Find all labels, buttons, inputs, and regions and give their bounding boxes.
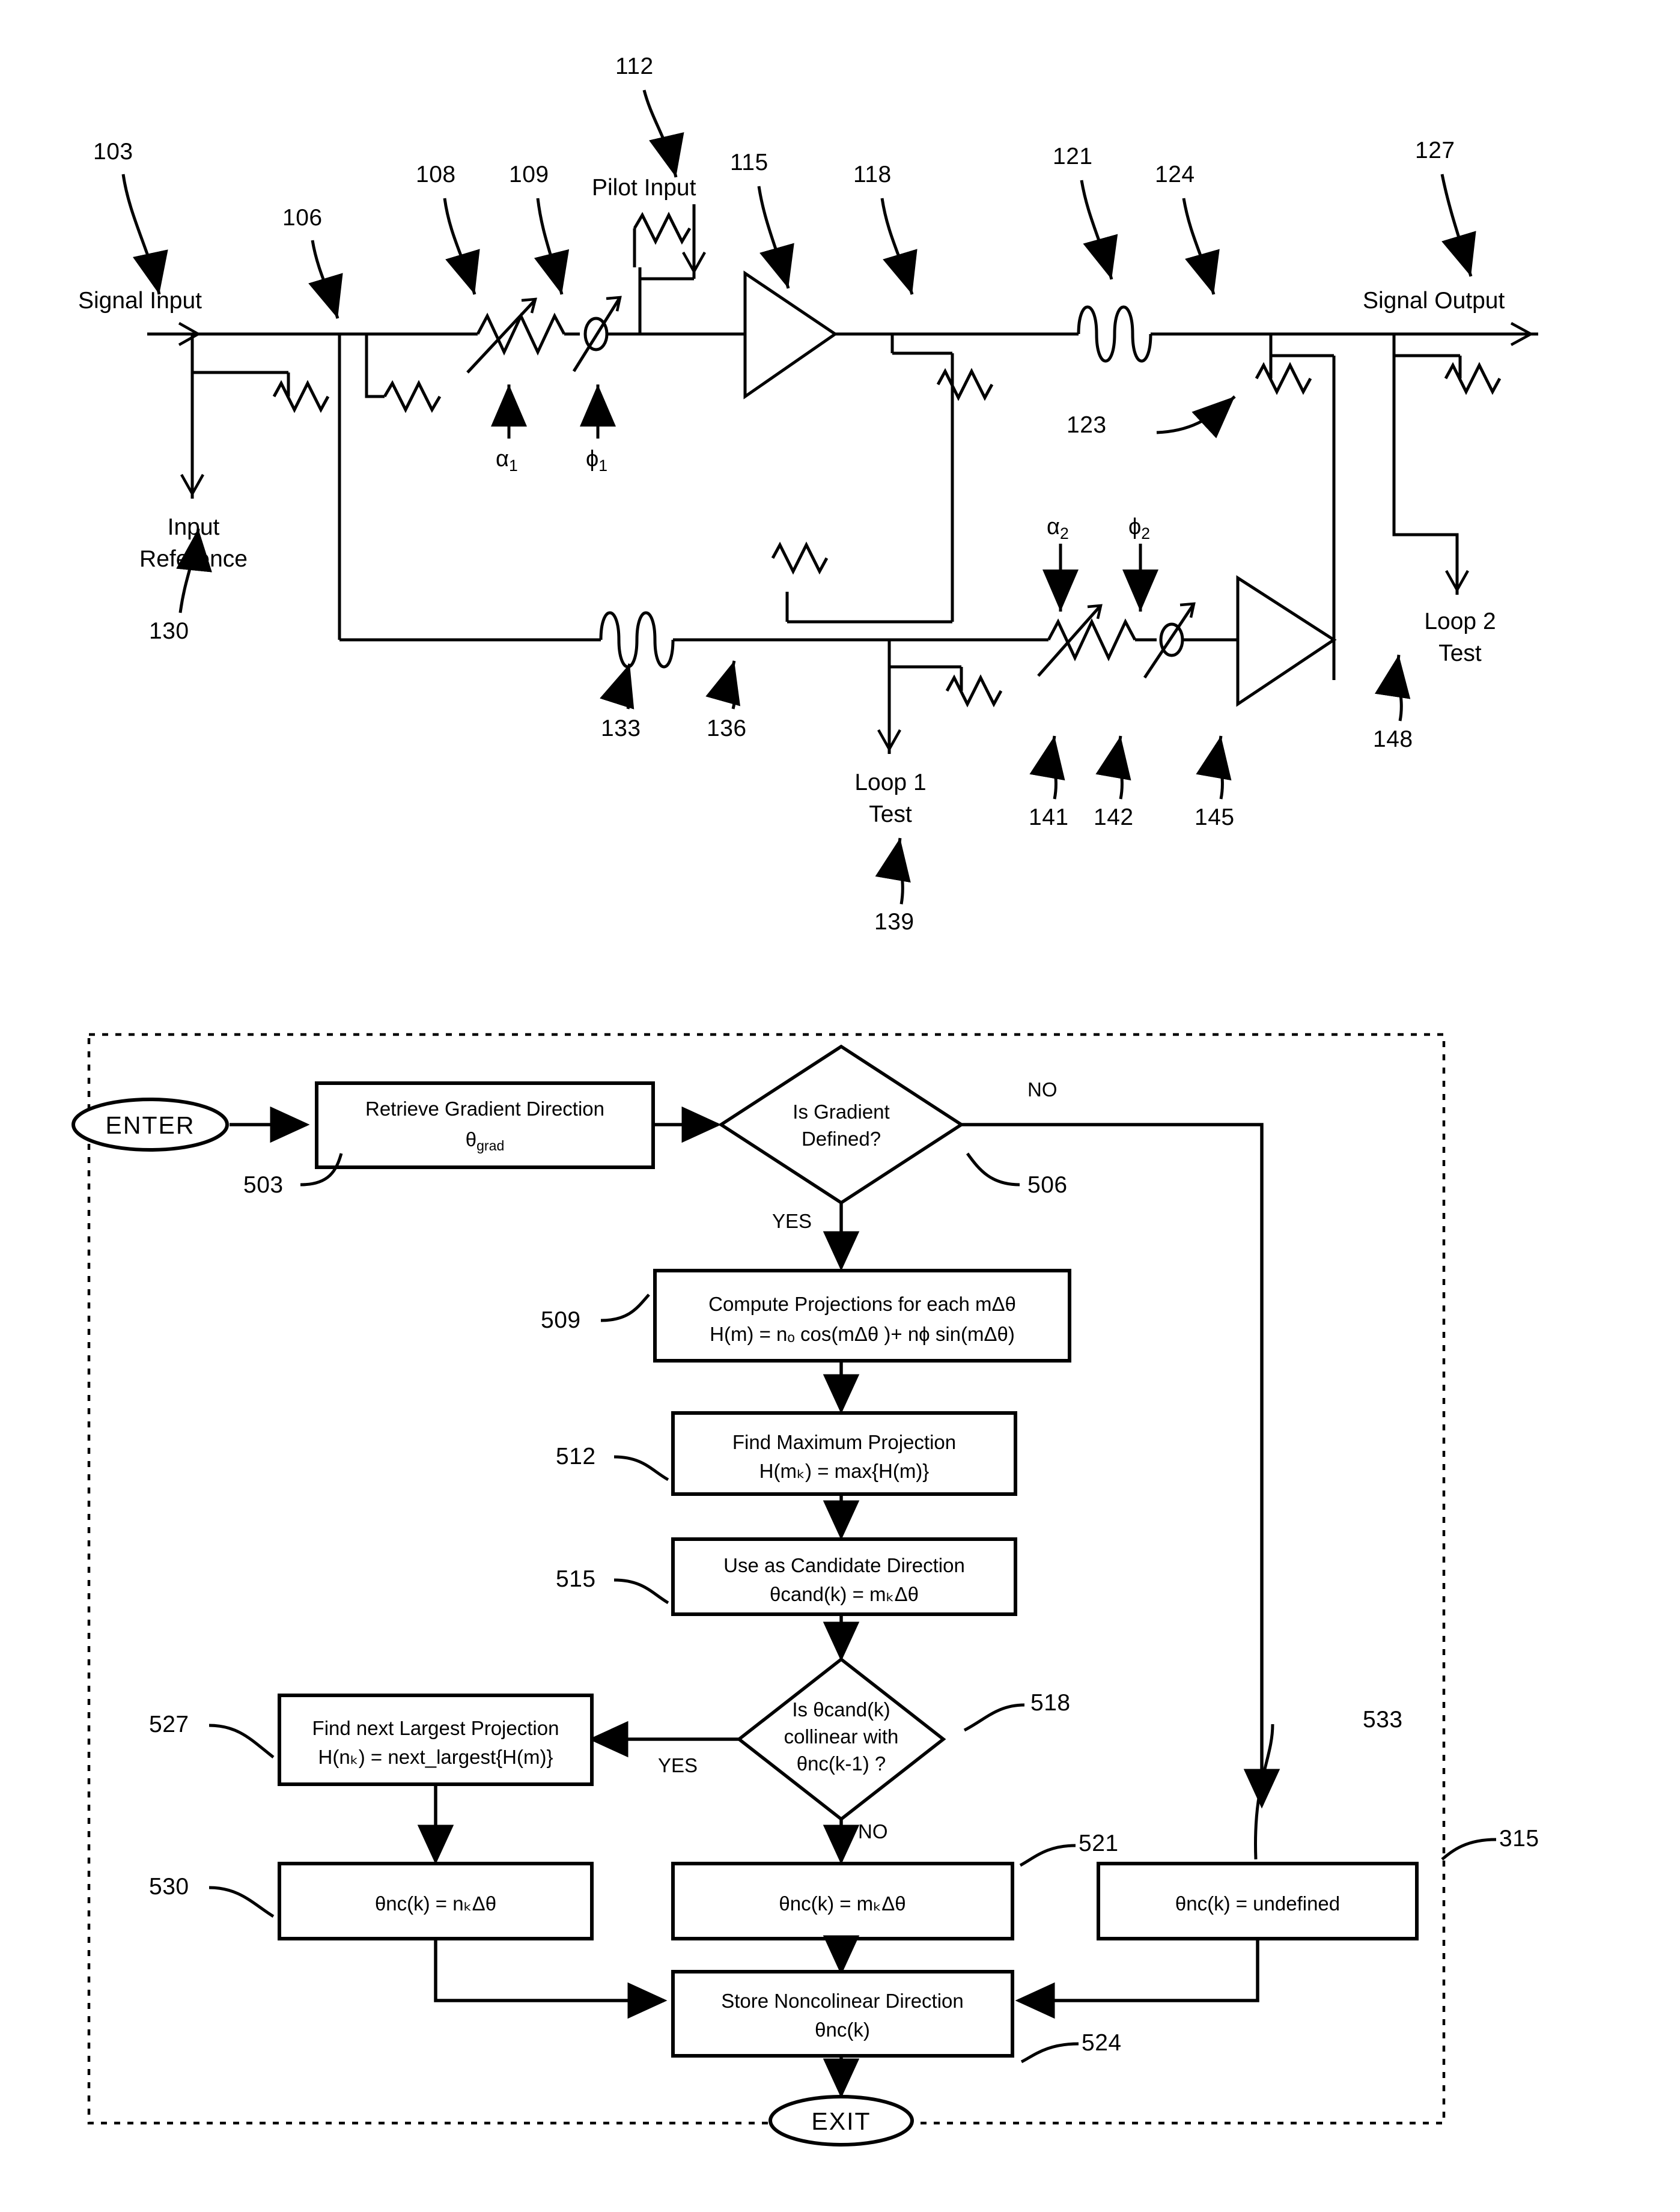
- compute-projections-line1: Compute Projections for each mΔθ: [708, 1293, 1016, 1315]
- find-next-largest-line1: Find next Largest Projection: [312, 1717, 559, 1739]
- is-collinear-line2: collinear with: [784, 1725, 899, 1748]
- theta-nc-mk-line1: θnc(k) = mₖΔθ: [779, 1892, 906, 1915]
- branch-no-top: NO: [1027, 1078, 1058, 1101]
- enter-label: ENTER: [105, 1111, 195, 1139]
- loop2-test-label-line2: Test: [1438, 640, 1482, 666]
- retrieve-gradient-box: [315, 1081, 655, 1169]
- ref-530: 530: [149, 1874, 189, 1900]
- ref-141: 141: [1029, 804, 1069, 830]
- phi1-symbol: ϕ1: [586, 446, 608, 475]
- ref-118: 118: [853, 162, 892, 187]
- theta-nc-nk-line1: θnc(k) = nₖΔθ: [374, 1892, 497, 1915]
- ref-506: 506: [1027, 1172, 1068, 1198]
- store-noncolinear-line1: Store Noncolinear Direction: [721, 1990, 964, 2012]
- ref-108: 108: [416, 162, 456, 187]
- ref-142: 142: [1094, 804, 1134, 830]
- ref-112: 112: [615, 53, 654, 79]
- ref-136: 136: [707, 716, 747, 741]
- ref-106: 106: [282, 205, 323, 231]
- ref-133: 133: [601, 716, 641, 741]
- is-collinear-line1: Is θcand(k): [792, 1698, 890, 1721]
- alpha1-symbol: α1: [496, 446, 518, 475]
- ref-123: 123: [1067, 412, 1107, 438]
- ref-130: 130: [149, 618, 189, 644]
- loop1-test-label-line2: Test: [869, 801, 912, 827]
- branch-yes-mid: YES: [658, 1754, 698, 1776]
- main-signal-path: [147, 204, 1538, 680]
- loop2-test-label-line1: Loop 2: [1424, 609, 1496, 634]
- is-gradient-defined-line1: Is Gradient: [793, 1101, 890, 1123]
- use-as-candidate-line1: Use as Candidate Direction: [723, 1554, 965, 1576]
- ref-533: 533: [1363, 1707, 1403, 1733]
- branch-yes-top: YES: [772, 1210, 812, 1232]
- ref-139: 139: [874, 909, 915, 935]
- ref-512: 512: [556, 1444, 596, 1469]
- find-maximum-projection-line1: Find Maximum Projection: [732, 1431, 957, 1453]
- ref-521: 521: [1079, 1831, 1119, 1856]
- error-loop-path: [180, 334, 1337, 754]
- ref-515: 515: [556, 1566, 596, 1592]
- find-next-largest-line2: H(nₖ) = next_largest{H(m)}: [318, 1746, 553, 1768]
- theta-nc-undefined-line1: θnc(k) = undefined: [1175, 1892, 1341, 1915]
- signal-input-label: Signal Input: [78, 288, 202, 314]
- ref-127: 127: [1415, 138, 1455, 163]
- is-gradient-defined-line2: Defined?: [801, 1128, 881, 1150]
- find-maximum-projection-line2: H(mₖ) = max{H(m)}: [759, 1460, 930, 1482]
- use-as-candidate-line2: θcand(k) = mₖΔθ: [770, 1583, 919, 1605]
- loop1-test-label-line1: Loop 1: [854, 770, 927, 795]
- ref-115: 115: [730, 150, 768, 175]
- phi2-symbol: ϕ2: [1128, 514, 1151, 542]
- ref-503: 503: [243, 1172, 284, 1198]
- store-noncolinear-line2: θnc(k): [815, 2019, 870, 2041]
- ref-103: 103: [93, 139, 133, 165]
- ref-148: 148: [1373, 726, 1413, 752]
- alpha2-symbol: α2: [1047, 514, 1069, 542]
- pilot-input-label: Pilot Input: [592, 175, 696, 201]
- ref-121: 121: [1053, 144, 1093, 169]
- input-reference-label-line1: Input: [167, 514, 220, 540]
- branch-no-mid: NO: [858, 1820, 888, 1843]
- signal-output-label: Signal Output: [1363, 288, 1505, 314]
- retrieve-gradient-line1: Retrieve Gradient Direction: [365, 1098, 604, 1120]
- ref-315: 315: [1499, 1826, 1539, 1852]
- exit-label: EXIT: [811, 2107, 871, 2135]
- ref-524: 524: [1082, 2030, 1122, 2056]
- is-collinear-line3: θnc(k-1) ?: [796, 1752, 886, 1775]
- ref-145: 145: [1195, 804, 1235, 830]
- ref-509: 509: [541, 1307, 581, 1333]
- ref-518: 518: [1030, 1690, 1071, 1716]
- ref-109: 109: [509, 162, 549, 187]
- retrieve-gradient-line2: θgrad: [465, 1128, 505, 1153]
- ref-527: 527: [149, 1712, 189, 1737]
- input-reference-label-line2: Reference: [139, 546, 248, 572]
- reference-leaders: [121, 90, 1476, 905]
- ref-124: 124: [1155, 162, 1195, 187]
- compute-projections-line2: H(m) = nₒ cos(mΔθ )+ nϕ sin(mΔθ): [710, 1323, 1015, 1345]
